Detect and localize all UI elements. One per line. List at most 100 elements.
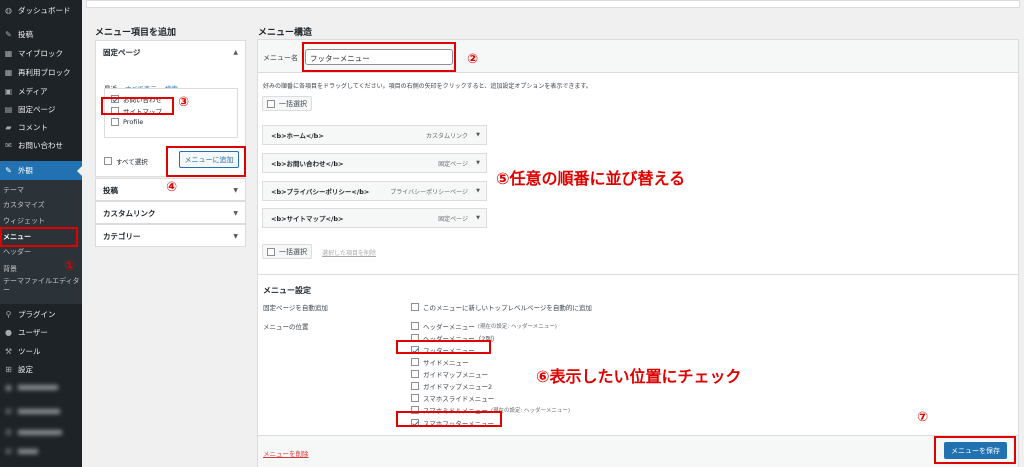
sidebar-item-reusable-blocks[interactable]: ▦ 再利用ブロック xyxy=(0,63,82,82)
bulk-select-button-bottom[interactable]: 一括選択 xyxy=(262,244,312,259)
top-panel-edge xyxy=(86,0,1020,8)
sidebar-item-plugins[interactable]: ⚲ プラグイン xyxy=(0,305,82,324)
plugin-icon: ⚲ xyxy=(5,310,12,319)
custom-links-accordion[interactable]: カスタムリンク ▼ xyxy=(95,201,246,224)
auto-add-checkbox-row[interactable]: このメニューに新しいトップレベルページを自動的に追加 xyxy=(411,302,592,312)
annotation-box-mobile-footer-menu xyxy=(396,411,502,427)
menu-item-home[interactable]: <b>ホーム</b> カスタムリンク ▼ xyxy=(262,125,487,145)
mail-icon: ✉ xyxy=(5,141,12,150)
sidebar-item-tools[interactable]: ⚒ ツール xyxy=(0,342,82,361)
checkbox[interactable] xyxy=(411,370,419,378)
dashboard-icon: ◍ xyxy=(5,6,12,15)
submenu-header[interactable]: ヘッダー xyxy=(3,247,31,257)
menu-name-label: メニュー名 xyxy=(263,54,298,62)
divider xyxy=(258,274,1018,275)
menu-structure-title: メニュー構造 xyxy=(258,28,313,38)
location-side-menu[interactable]: サイドメニュー xyxy=(411,357,469,367)
annotation-number-2: ② xyxy=(467,52,479,67)
remove-selected-link[interactable]: 選択した項目を削除 xyxy=(322,248,376,257)
sidebar-item-comments[interactable]: ▰ コメント xyxy=(0,118,82,137)
chevron-down-icon[interactable]: ▼ xyxy=(476,215,480,221)
menu-structure-panel: メニュー名 フッターメニュー 好みの順番に各項目をドラッグしてください。項目の右… xyxy=(257,39,1019,467)
categories-accordion[interactable]: カテゴリー ▼ xyxy=(95,224,246,247)
sidebar-item-obscured[interactable]: ◉ xyxy=(0,378,82,397)
page-checkbox-profile[interactable]: Profile xyxy=(111,118,143,126)
annotation-box-page-checkbox xyxy=(101,97,174,115)
block-icon: ▦ xyxy=(4,68,13,77)
sidebar-item-users[interactable]: ● ユーザー xyxy=(0,323,82,342)
menu-settings-title: メニュー設定 xyxy=(263,286,311,295)
annotation-number-1: ① xyxy=(64,259,76,274)
circle-icon: ◉ xyxy=(5,383,12,392)
page-icon: ▤ xyxy=(4,105,13,114)
sidebar-item-settings[interactable]: ⊞ 設定 xyxy=(0,360,82,379)
sidebar-item-obscured[interactable]: ⚙ xyxy=(0,402,82,421)
submenu-widgets[interactable]: ウィジェット xyxy=(3,216,45,226)
submenu-background[interactable]: 背景 xyxy=(3,264,17,274)
drag-instructions: 好みの順番に各項目をドラッグしてください。項目の右側の矢印をクリックすると、追加… xyxy=(263,83,592,90)
annotation-step-6: ⑥表示したい位置にチェック xyxy=(536,367,742,386)
sidebar-item-contact[interactable]: ✉ お問い合わせ xyxy=(0,136,82,155)
delete-menu-link[interactable]: メニューを削除 xyxy=(263,448,309,458)
sidebar-item-appearance[interactable]: ✎ 外観 xyxy=(0,161,82,180)
annotation-box-footer-menu xyxy=(396,340,491,354)
sidebar-item-obscured[interactable]: ⚙ xyxy=(0,442,82,461)
media-icon: ▣ xyxy=(4,87,13,96)
user-icon: ● xyxy=(5,328,12,337)
select-all-pages[interactable]: すべて選択 xyxy=(104,156,148,166)
sidebar-item-my-blocks[interactable]: ▦ マイブロック xyxy=(0,44,82,63)
submenu-theme-editor[interactable]: テーマファイルエディター xyxy=(3,277,81,295)
checkbox[interactable] xyxy=(411,382,419,390)
checkbox[interactable] xyxy=(411,303,419,311)
sidebar-item-media[interactable]: ▣ メディア xyxy=(0,82,82,101)
location-mobile-slide-menu[interactable]: スマホスライドメニュー xyxy=(411,393,494,403)
chevron-down-icon[interactable]: ▼ xyxy=(476,132,480,138)
brush-icon: ✎ xyxy=(5,166,12,175)
chevron-down-icon: ▼ xyxy=(233,186,238,194)
add-menu-items-title: メニュー項目を追加 xyxy=(95,28,177,38)
sidebar-item-obscured[interactable]: ⚙ xyxy=(0,423,82,442)
chevron-down-icon: ▼ xyxy=(233,209,238,217)
checkbox xyxy=(267,247,275,256)
sidebar-item-dashboard[interactable]: ◍ ダッシュボード xyxy=(0,1,82,20)
sidebar-item-pages[interactable]: ▤ 固定ページ xyxy=(0,100,82,119)
chevron-down-icon: ▼ xyxy=(233,232,238,240)
menu-location-label: メニューの位置 xyxy=(263,323,309,331)
annotation-number-4: ④ xyxy=(166,180,178,195)
annotation-box-menu-name xyxy=(302,42,456,72)
chevron-down-icon[interactable]: ▼ xyxy=(476,188,480,194)
tool-icon: ⚒ xyxy=(4,347,13,356)
menu-item-contact[interactable]: <b>お問い合わせ</b> 固定ページ ▼ xyxy=(262,153,487,173)
checkbox[interactable] xyxy=(411,322,419,330)
location-guide-map-menu[interactable]: ガイドマップメニュー xyxy=(411,369,488,379)
menu-footer-bar: メニューを削除 xyxy=(258,435,1018,467)
chevron-up-icon: ▲ xyxy=(233,48,238,56)
checkbox[interactable] xyxy=(411,394,419,402)
submenu-themes[interactable]: テーマ xyxy=(3,185,24,195)
auto-add-label: 固定ページを自動追加 xyxy=(263,304,328,312)
gear-icon: ⚙ xyxy=(4,447,13,456)
location-header-menu[interactable]: ヘッダーメニュー (現在の設定: ヘッダーメニュー) xyxy=(411,321,557,331)
block-icon: ▦ xyxy=(4,49,13,58)
comment-icon: ▰ xyxy=(5,123,12,132)
annotation-box-save-button xyxy=(934,436,1016,464)
location-guide-map-menu-2[interactable]: ガイドマップメニュー2 xyxy=(411,381,492,391)
submenu-customize[interactable]: カスタマイズ xyxy=(3,200,45,210)
annotation-number-7: ⑦ xyxy=(917,410,929,425)
settings-icon: ⊞ xyxy=(5,365,12,374)
menu-item-sitemap[interactable]: <b>サイトマップ</b> 固定ページ ▼ xyxy=(262,208,487,228)
chevron-down-icon[interactable]: ▼ xyxy=(476,160,480,166)
bulk-select-button[interactable]: 一括選択 xyxy=(262,96,312,111)
checkbox[interactable] xyxy=(111,118,119,126)
gear-icon: ⚙ xyxy=(4,428,13,437)
checkbox[interactable] xyxy=(411,358,419,366)
gear-icon: ⚙ xyxy=(4,407,13,416)
pages-accordion-header[interactable]: 固定ページ ▲ xyxy=(96,41,245,63)
pin-icon: ✎ xyxy=(5,30,12,39)
annotation-number-3: ③ xyxy=(178,95,190,110)
checkbox xyxy=(267,99,275,108)
menu-item-privacy[interactable]: <b>プライバシーポリシー</b> プライバシーポリシーページ ▼ xyxy=(262,181,487,201)
checkbox[interactable] xyxy=(104,157,112,165)
annotation-box-add-button xyxy=(166,146,246,177)
sidebar-item-posts[interactable]: ✎ 投稿 xyxy=(0,25,82,44)
